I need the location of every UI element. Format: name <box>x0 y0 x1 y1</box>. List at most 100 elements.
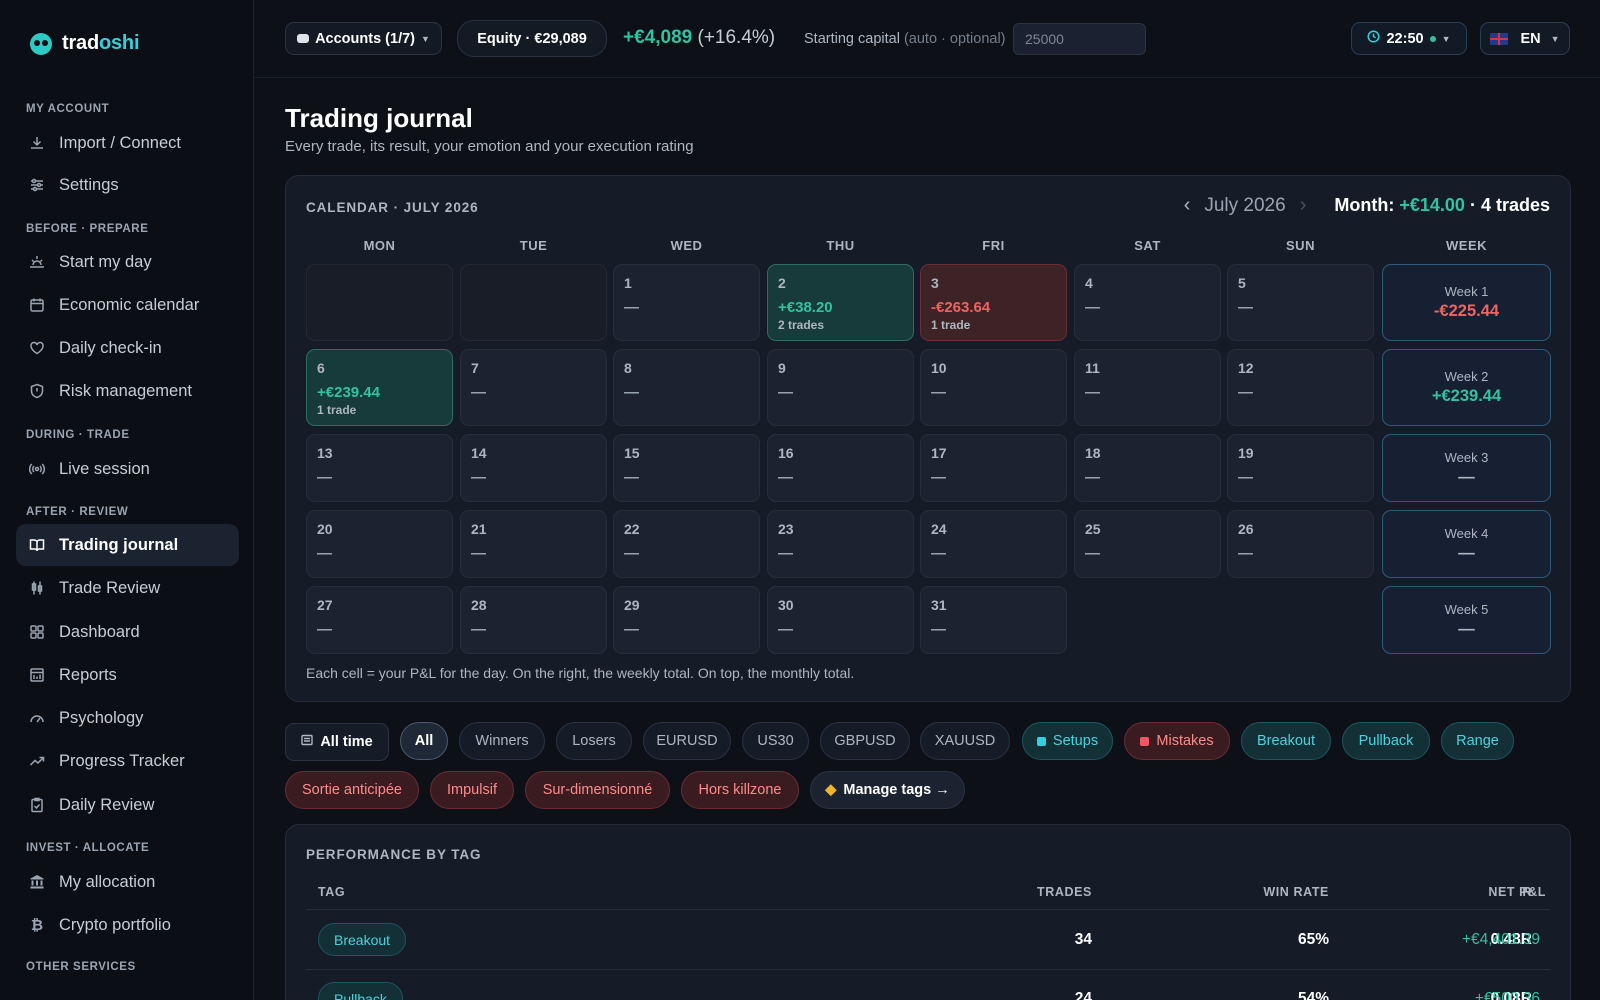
filter-chip-mistake-tag[interactable]: Hors killzone <box>681 771 799 809</box>
calendar-day[interactable]: 1— <box>613 264 760 341</box>
day-pnl: — <box>317 621 332 638</box>
day-pnl: — <box>1238 545 1253 562</box>
filter-chip-symbol[interactable]: GBPUSD <box>820 722 910 760</box>
calendar-day[interactable]: 17 — <box>920 434 1067 502</box>
calendar-month: July 2026 <box>1204 194 1286 216</box>
period-filter-button[interactable]: All time <box>285 723 389 761</box>
calendar-day[interactable]: 6 +€239.44 1 trade <box>306 349 453 426</box>
brand[interactable]: tradoshi <box>30 32 140 55</box>
calendar-day[interactable]: 24 — <box>920 510 1067 578</box>
week-summary[interactable]: Week 1 -€225.44 <box>1382 264 1551 341</box>
calendar-day[interactable]: 10 — <box>920 349 1067 426</box>
calendar-day[interactable]: 28 — <box>460 586 607 654</box>
calendar-day[interactable]: 26 — <box>1227 510 1374 578</box>
filter-chip-setup-tag[interactable]: Range <box>1441 722 1514 760</box>
clock-dropdown[interactable]: 22:50 ▼ <box>1351 22 1467 55</box>
filter-chip-mistakes[interactable]: Mistakes <box>1124 722 1230 760</box>
sidebar-item-daily-review[interactable]: Daily Review <box>16 784 239 826</box>
page-subtitle: Every trade, its result, your emotion an… <box>285 138 694 155</box>
sidebar-item-dashboard[interactable]: Dashboard <box>16 611 239 653</box>
day-number: 1 <box>624 275 632 291</box>
filter-chip-setup-tag[interactable]: Breakout <box>1241 722 1331 760</box>
sidebar-item-trading-journal[interactable]: Trading journal <box>16 524 239 566</box>
sidebar-item-live-session[interactable]: Live session <box>16 448 239 490</box>
calendar-day[interactable]: 9— <box>767 349 914 426</box>
grid-icon <box>29 624 45 640</box>
next-month-chevron-icon[interactable]: › <box>1300 194 1307 217</box>
manage-tags-button[interactable]: ◆ Manage tags → <box>810 771 965 809</box>
clock-icon <box>1367 30 1380 47</box>
bank-icon <box>29 874 45 890</box>
sidebar-item-economic-calendar[interactable]: Economic calendar <box>16 284 239 326</box>
week-summary[interactable]: Week 4 — <box>1382 510 1551 578</box>
calendar-day[interactable]: 30 — <box>767 586 914 654</box>
calendar-day[interactable]: 20 — <box>306 510 453 578</box>
online-status-dot <box>1429 35 1436 42</box>
filter-chip-mistake-tag[interactable]: Impulsif <box>430 771 514 809</box>
sidebar-item-import[interactable]: Import / Connect <box>16 122 239 164</box>
calendar-day[interactable]: 3 -€263.64 1 trade <box>920 264 1067 341</box>
day-number: 10 <box>931 360 947 376</box>
day-pnl: — <box>471 469 486 486</box>
week-summary[interactable]: Week 3 — <box>1382 434 1551 502</box>
calendar-day[interactable]: 29 — <box>613 586 760 654</box>
filter-chip-setup-tag[interactable]: Pullback <box>1342 722 1430 760</box>
calendar-day[interactable]: 15 — <box>613 434 760 502</box>
filter-chip-setups[interactable]: Setups <box>1022 722 1113 760</box>
filter-chip-losers[interactable]: Losers <box>556 722 632 760</box>
sidebar-item-psychology[interactable]: Psychology <box>16 697 239 739</box>
calendar-day[interactable]: 12 — <box>1227 349 1374 426</box>
filter-chip-mistake-tag[interactable]: Sur-dimensionné <box>525 771 670 809</box>
day-pnl: +€239.44 <box>317 384 380 401</box>
day-trade-count: 1 trade <box>317 403 357 417</box>
calendar-day[interactable]: 25 — <box>1074 510 1221 578</box>
calendar-day[interactable]: 13 — <box>306 434 453 502</box>
sidebar-item-progress-tracker[interactable]: Progress Tracker <box>16 740 239 782</box>
owl-logo-icon <box>30 32 52 55</box>
accounts-dropdown[interactable]: Accounts (1/7) ▼ <box>285 22 442 55</box>
sidebar-item-my-allocation[interactable]: My allocation <box>16 861 239 903</box>
filter-chip-symbol[interactable]: EURUSD <box>643 722 731 760</box>
calendar-day[interactable]: 23 — <box>767 510 914 578</box>
calendar-day[interactable]: 18 — <box>1074 434 1221 502</box>
previous-month-chevron-icon[interactable]: ‹ <box>1184 194 1191 217</box>
sidebar-item-daily-checkin[interactable]: Daily check-in <box>16 327 239 369</box>
week-summary[interactable]: Week 5 — <box>1382 586 1551 654</box>
section-my-account: MY ACCOUNT <box>26 103 110 115</box>
calendar-day[interactable]: 2 +€38.20 2 trades <box>767 264 914 341</box>
sidebar-item-settings[interactable]: Settings <box>16 164 239 206</box>
calendar-day[interactable]: 31 — <box>920 586 1067 654</box>
calendar-day[interactable]: 22 — <box>613 510 760 578</box>
calendar-day[interactable]: 4— <box>1074 264 1221 341</box>
filter-chip-all[interactable]: All <box>400 722 448 760</box>
calendar-day[interactable]: 14 — <box>460 434 607 502</box>
sidebar-item-label: Trading journal <box>59 535 179 554</box>
filter-chip-winners[interactable]: Winners <box>459 722 545 760</box>
clipboard-check-icon <box>29 797 45 813</box>
calendar-day[interactable]: 19 — <box>1227 434 1374 502</box>
calendar-day[interactable]: 5— <box>1227 264 1374 341</box>
starting-capital-input[interactable] <box>1013 23 1146 55</box>
filter-chip-symbol[interactable]: XAUUSD <box>920 722 1010 760</box>
sidebar-item-trade-review[interactable]: Trade Review <box>16 567 239 609</box>
calendar-day[interactable]: 16 — <box>767 434 914 502</box>
day-pnl: — <box>1085 469 1100 486</box>
sidebar-item-reports[interactable]: Reports <box>16 654 239 696</box>
calendar-day[interactable]: 7— <box>460 349 607 426</box>
sidebar-item-label: Trade Review <box>59 578 161 597</box>
calendar-day[interactable]: 27 — <box>306 586 453 654</box>
sidebar-item-label: Start my day <box>59 252 152 271</box>
calendar-day[interactable]: 21 — <box>460 510 607 578</box>
language-dropdown[interactable]: EN ▼ <box>1480 22 1570 55</box>
dow-tue: TUE <box>519 238 548 253</box>
sidebar-item-start-day[interactable]: Start my day <box>16 241 239 283</box>
sidebar-item-crypto-portfolio[interactable]: ₿ Crypto portfolio <box>16 904 239 946</box>
week-summary[interactable]: Week 2 +€239.44 <box>1382 349 1551 426</box>
filter-chip-symbol[interactable]: US30 <box>742 722 809 760</box>
calendar-day[interactable]: 8— <box>613 349 760 426</box>
table-divider <box>306 909 1550 910</box>
calendar-day[interactable]: 11 — <box>1074 349 1221 426</box>
filter-chip-mistake-tag[interactable]: Sortie anticipée <box>285 771 419 809</box>
sidebar-item-risk-management[interactable]: Risk management <box>16 370 239 412</box>
day-number: 24 <box>931 521 947 537</box>
